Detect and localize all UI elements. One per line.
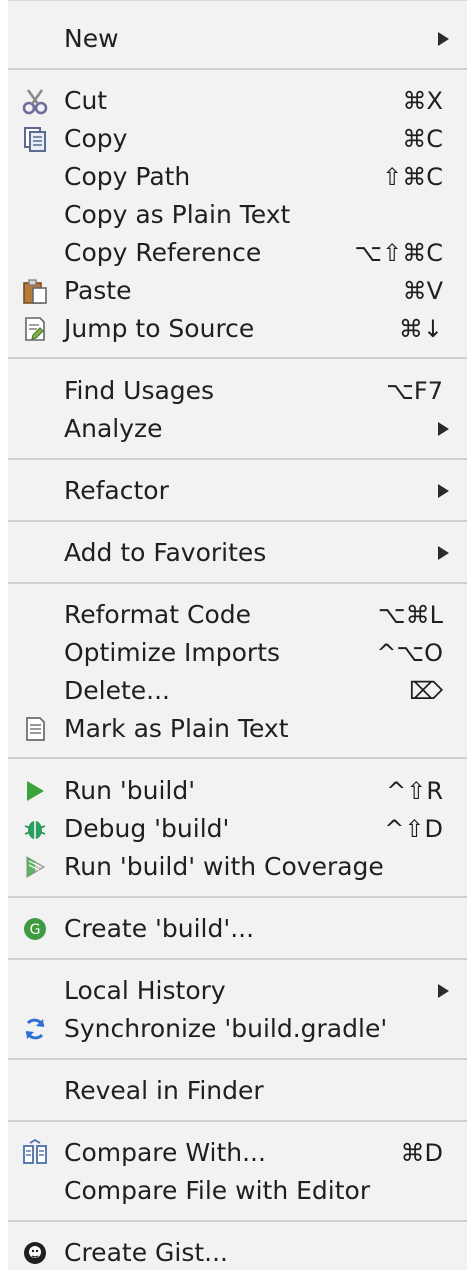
menu-item-jump-to-source[interactable]: Jump to Source ⌘↓ <box>8 310 467 348</box>
menu-separator <box>8 757 467 759</box>
document-icon <box>20 714 50 744</box>
paste-icon <box>20 276 50 306</box>
menu-item-label: Create Gist... <box>64 1238 229 1267</box>
menu-shortcut: ⌥⌘L <box>377 601 443 629</box>
submenu-arrow-icon <box>438 32 449 46</box>
menu-item-label: Add to Favorites <box>64 538 267 567</box>
menu-separator <box>8 582 467 584</box>
menu-item-label: Cut <box>64 86 108 115</box>
menu-item-run-build-with-coverage[interactable]: Run 'build' with Coverage <box>8 848 467 886</box>
menu-item-analyze[interactable]: Analyze <box>8 410 467 448</box>
menu-separator <box>8 357 467 359</box>
menu-item-create-gist[interactable]: Create Gist... <box>8 1234 467 1270</box>
menu-item-copy[interactable]: Copy ⌘C <box>8 120 467 158</box>
menu-item-label: Synchronize 'build.gradle' <box>64 1014 388 1043</box>
menu-item-label: Copy as Plain Text <box>64 200 291 229</box>
menu-item-add-to-favorites[interactable]: Add to Favorites <box>8 534 467 572</box>
menu-item-label: Refactor <box>64 476 169 505</box>
svg-text:G: G <box>30 922 41 938</box>
menu-item-find-usages[interactable]: Find Usages ⌥F7 <box>8 372 467 410</box>
jump-to-source-icon <box>20 314 50 344</box>
menu-item-copy-path[interactable]: Copy Path ⇧⌘C <box>8 158 467 196</box>
menu-shortcut: ⌦ <box>409 677 443 705</box>
menu-top-border <box>8 0 467 1</box>
menu-shortcut: ⌘X <box>402 87 443 115</box>
menu-shortcut: ⌘↓ <box>398 315 443 343</box>
menu-item-copy-as-plain-text[interactable]: Copy as Plain Text <box>8 196 467 234</box>
menu-item-label: Debug 'build' <box>64 814 230 843</box>
menu-item-label: Copy <box>64 124 128 153</box>
menu-item-reveal-in-finder[interactable]: Reveal in Finder <box>8 1072 467 1110</box>
menu-item-label: New <box>64 24 119 53</box>
menu-separator <box>8 1220 467 1222</box>
menu-item-label: Compare With... <box>64 1138 266 1167</box>
menu-item-cut[interactable]: Cut ⌘X <box>8 82 467 120</box>
menu-item-label: Find Usages <box>64 376 215 405</box>
menu-item-local-history[interactable]: Local History <box>8 972 467 1010</box>
menu-shortcut: ⌘D <box>400 1139 443 1167</box>
menu-shortcut: ⇧⌘C <box>382 163 443 191</box>
menu-item-paste[interactable]: Paste ⌘V <box>8 272 467 310</box>
menu-item-create-build[interactable]: G Create 'build'... <box>8 910 467 948</box>
menu-separator <box>8 520 467 522</box>
menu-item-copy-reference[interactable]: Copy Reference ⌥⇧⌘C <box>8 234 467 272</box>
menu-item-run-build[interactable]: Run 'build' ^⇧R <box>8 772 467 810</box>
menu-item-label: Compare File with Editor <box>64 1176 371 1205</box>
menu-item-reformat-code[interactable]: Reformat Code ⌥⌘L <box>8 596 467 634</box>
menu-item-new[interactable]: New <box>8 20 467 58</box>
menu-separator <box>8 958 467 960</box>
menu-separator <box>8 68 467 70</box>
sync-icon <box>20 1014 50 1044</box>
menu-item-label: Jump to Source <box>64 314 255 343</box>
run-icon <box>20 776 50 806</box>
submenu-arrow-icon <box>438 984 449 998</box>
menu-item-refactor[interactable]: Refactor <box>8 472 467 510</box>
menu-shortcut: ⌘V <box>402 277 443 305</box>
menu-shortcut: ⌘C <box>402 125 443 153</box>
menu-item-label: Delete... <box>64 676 170 705</box>
menu-item-label: Create 'build'... <box>64 914 255 943</box>
menu-separator <box>8 1120 467 1122</box>
github-icon <box>20 1238 50 1268</box>
menu-item-label: Mark as Plain Text <box>64 714 289 743</box>
menu-item-mark-as-plain-text[interactable]: Mark as Plain Text <box>8 710 467 748</box>
menu-item-delete[interactable]: Delete... ⌦ <box>8 672 467 710</box>
menu-item-label: Local History <box>64 976 226 1005</box>
coverage-icon <box>20 852 50 882</box>
menu-item-label: Reveal in Finder <box>64 1076 264 1105</box>
menu-item-label: Optimize Imports <box>64 638 281 667</box>
menu-shortcut: ^⇧R <box>386 777 443 805</box>
gradle-icon: G <box>20 914 50 944</box>
menu-shortcut: ⌥⇧⌘C <box>354 239 443 267</box>
submenu-arrow-icon <box>438 484 449 498</box>
compare-icon <box>20 1138 50 1168</box>
menu-item-label: Paste <box>64 276 132 305</box>
menu-item-label: Copy Reference <box>64 238 262 267</box>
menu-separator <box>8 1058 467 1060</box>
submenu-arrow-icon <box>438 546 449 560</box>
submenu-arrow-icon <box>438 422 449 436</box>
menu-item-optimize-imports[interactable]: Optimize Imports ^⌥O <box>8 634 467 672</box>
menu-item-label: Analyze <box>64 414 163 443</box>
menu-shortcut: ^⇧D <box>384 815 443 843</box>
menu-item-label: Run 'build' <box>64 776 196 805</box>
menu-item-label: Run 'build' with Coverage <box>64 852 384 881</box>
menu-item-synchronize-build-gradle[interactable]: Synchronize 'build.gradle' <box>8 1010 467 1048</box>
scissors-icon <box>20 86 50 116</box>
menu-separator <box>8 896 467 898</box>
menu-item-debug-build[interactable]: Debug 'build' ^⇧D <box>8 810 467 848</box>
menu-shortcut: ⌥F7 <box>386 377 443 405</box>
menu-item-label: Copy Path <box>64 162 191 191</box>
menu-separator <box>8 458 467 460</box>
menu-item-compare-with[interactable]: Compare With... ⌘D <box>8 1134 467 1172</box>
debug-icon <box>20 814 50 844</box>
copy-icon <box>20 124 50 154</box>
menu-item-compare-file-with-editor[interactable]: Compare File with Editor <box>8 1172 467 1210</box>
context-menu: New Cut ⌘X Copy ⌘C Copy Path ⇧⌘C Copy as… <box>0 0 467 1270</box>
menu-item-label: Reformat Code <box>64 600 251 629</box>
menu-shortcut: ^⌥O <box>376 639 443 667</box>
